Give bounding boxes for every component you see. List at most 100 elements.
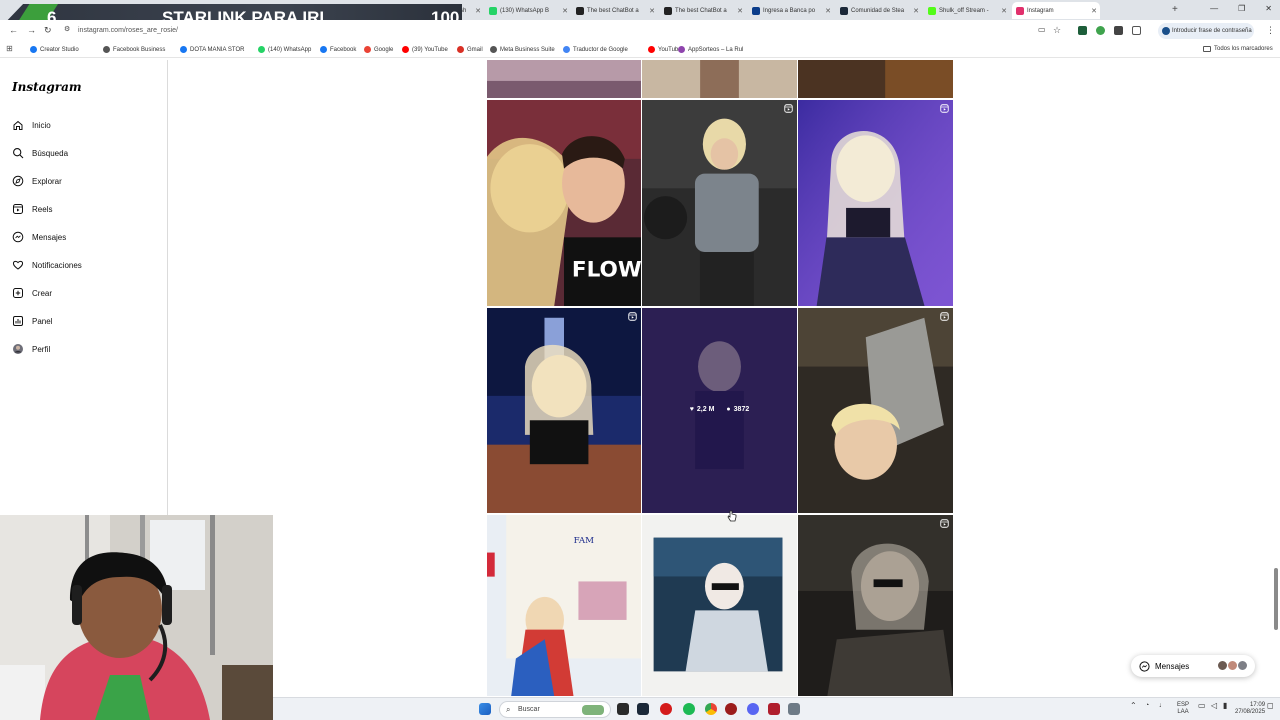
calculator-icon[interactable]: [788, 703, 800, 715]
windows-start-icon[interactable]: [479, 703, 491, 715]
browser-tab[interactable]: The best ChatBot a ✕: [572, 2, 658, 19]
sidebar-item-label: Explorar: [32, 176, 62, 186]
password-chip[interactable]: Introducir frase de contraseña: [1158, 23, 1254, 39]
bookmark-item[interactable]: YouTube: [648, 46, 682, 53]
bookmark-item[interactable]: (39) YouTube: [402, 46, 448, 53]
language-indicator[interactable]: ESP LAA: [1177, 702, 1189, 716]
extension-icon[interactable]: [1096, 26, 1105, 35]
opera-icon[interactable]: [660, 703, 672, 715]
notifications-bell-icon[interactable]: ◻: [1267, 702, 1274, 710]
all-bookmarks[interactable]: Todos los marcadores: [1203, 46, 1273, 52]
bookmark-item[interactable]: AppSorteos – La Rul: [678, 46, 743, 53]
back-icon[interactable]: ←: [9, 25, 18, 35]
post-tile[interactable]: [798, 515, 953, 696]
sidebar-item-compass[interactable]: Explorar: [12, 173, 62, 189]
bookmark-favicon-icon: [490, 46, 497, 53]
post-tile[interactable]: [642, 60, 797, 98]
sidebar-item-heart[interactable]: Notificaciones: [12, 257, 82, 273]
spotify-icon[interactable]: [683, 703, 695, 715]
maximize-icon[interactable]: ❐: [1238, 4, 1245, 13]
site-info-icon[interactable]: ⚙: [64, 25, 70, 33]
post-tile[interactable]: [798, 100, 953, 306]
bookmark-item[interactable]: Gmail: [457, 46, 483, 53]
sidebar-item-reels[interactable]: Reels: [12, 201, 52, 217]
tab-close-icon[interactable]: ✕: [562, 7, 568, 15]
steam-icon[interactable]: [637, 703, 649, 715]
bookmark-item[interactable]: Creator Studio: [30, 46, 79, 53]
browser-tab[interactable]: Ingresa a Banca po ✕: [748, 2, 834, 19]
tab-close-icon[interactable]: ✕: [737, 7, 743, 15]
minimize-icon[interactable]: —: [1210, 4, 1218, 13]
task-view-icon[interactable]: [617, 703, 629, 715]
discord-icon[interactable]: [747, 703, 759, 715]
bookmark-star-icon[interactable]: ☆: [1053, 25, 1061, 36]
post-tile[interactable]: [798, 60, 953, 98]
tab-favicon-icon: [576, 6, 584, 15]
post-tile[interactable]: [487, 60, 641, 98]
post-image: [642, 515, 797, 696]
reload-icon[interactable]: ↻: [44, 25, 52, 36]
instagram-logo[interactable]: Instagram: [12, 80, 82, 94]
tab-close-icon[interactable]: ✕: [649, 7, 655, 15]
post-tile[interactable]: ♥ 2,2 M ● 3872: [642, 308, 797, 513]
browser-tab[interactable]: The best ChatBot a ✕: [660, 2, 746, 19]
tab-close-icon[interactable]: ✕: [913, 7, 919, 15]
sidebar-item-home[interactable]: Inicio: [12, 117, 51, 133]
close-window-icon[interactable]: ✕: [1265, 4, 1272, 13]
bookmark-label: Google: [374, 46, 394, 53]
tray-chevron-icon[interactable]: ⌃: [1130, 702, 1137, 710]
post-tile[interactable]: [642, 515, 797, 696]
post-tile[interactable]: [487, 308, 641, 513]
tab-close-icon[interactable]: ✕: [825, 7, 831, 15]
tab-close-icon[interactable]: ✕: [1091, 7, 1097, 15]
post-image: [798, 308, 953, 513]
sidebar-item-avatar[interactable]: Perfil: [12, 341, 50, 357]
windows-taskbar: ⌕ Buscar ⌃ ◔ ♩ ESP LAA ▭ ◁ ▮ 17:09 27/08…: [273, 697, 1280, 720]
messages-pill[interactable]: Mensajes: [1131, 655, 1255, 677]
cast-icon[interactable]: ▭: [1038, 25, 1046, 34]
taskbar-search[interactable]: ⌕ Buscar: [499, 701, 611, 718]
messenger-icon: [1139, 660, 1150, 672]
post-tile[interactable]: [642, 100, 797, 306]
app-icon[interactable]: [725, 703, 737, 715]
tab-close-icon[interactable]: ✕: [475, 7, 481, 15]
bookmark-favicon-icon: [258, 46, 265, 53]
post-tile[interactable]: FAM: [487, 515, 641, 696]
display-icon[interactable]: ▭: [1198, 702, 1206, 710]
chrome-icon[interactable]: [705, 703, 717, 715]
browser-tab[interactable]: Shulk_off Stream - ✕: [924, 2, 1010, 19]
bookmark-item[interactable]: Traductor de Google: [563, 46, 628, 53]
bookmark-item[interactable]: (140) WhatsApp: [258, 46, 311, 53]
post-tile[interactable]: FLOW: [487, 100, 641, 306]
messenger-icon: [12, 231, 24, 243]
notification-icon[interactable]: ◔: [1145, 702, 1149, 709]
browser-tab[interactable]: Comunidad de Stea ✕: [836, 2, 922, 19]
apps-grid-icon[interactable]: ⊞: [6, 44, 13, 53]
bookmark-item[interactable]: Meta Business Suite: [490, 46, 555, 53]
browser-tab[interactable]: (130) WhatsApp B ✕: [485, 2, 571, 19]
sidebar-item-plus-square[interactable]: Crear: [12, 285, 52, 301]
clock[interactable]: 17:09 27/08/2025: [1235, 702, 1265, 716]
scrollbar-thumb[interactable]: [1274, 568, 1278, 630]
url-field[interactable]: instagram.com/roses_are_rosie/: [78, 27, 178, 34]
forward-icon[interactable]: →: [27, 25, 36, 35]
post-tile[interactable]: [798, 308, 953, 513]
browser-menu-icon[interactable]: ⋮: [1266, 25, 1275, 36]
extension-icon[interactable]: [1114, 26, 1123, 35]
bookmark-item[interactable]: Facebook: [320, 46, 356, 53]
app-icon[interactable]: [768, 703, 780, 715]
extension-icon[interactable]: [1078, 26, 1087, 35]
new-tab-button[interactable]: +: [1172, 4, 1178, 15]
tab-close-icon[interactable]: ✕: [1001, 7, 1007, 15]
microphone-icon[interactable]: ♩: [1159, 702, 1166, 709]
sidebar-item-search[interactable]: Búsqueda: [12, 145, 68, 161]
bookmark-item[interactable]: Google: [364, 46, 393, 53]
bookmark-item[interactable]: DOTA MANIA STOR: [180, 46, 244, 53]
sidebar-item-chart[interactable]: Panel: [12, 313, 52, 329]
volume-icon[interactable]: ◁: [1211, 702, 1217, 710]
browser-tab[interactable]: Instagram ✕: [1012, 2, 1100, 19]
extensions-puzzle-icon[interactable]: [1132, 26, 1141, 35]
sidebar-item-messenger[interactable]: Mensajes: [12, 229, 66, 245]
bookmark-item[interactable]: Facebook Business: [103, 46, 165, 53]
battery-icon[interactable]: ▮: [1223, 702, 1227, 710]
